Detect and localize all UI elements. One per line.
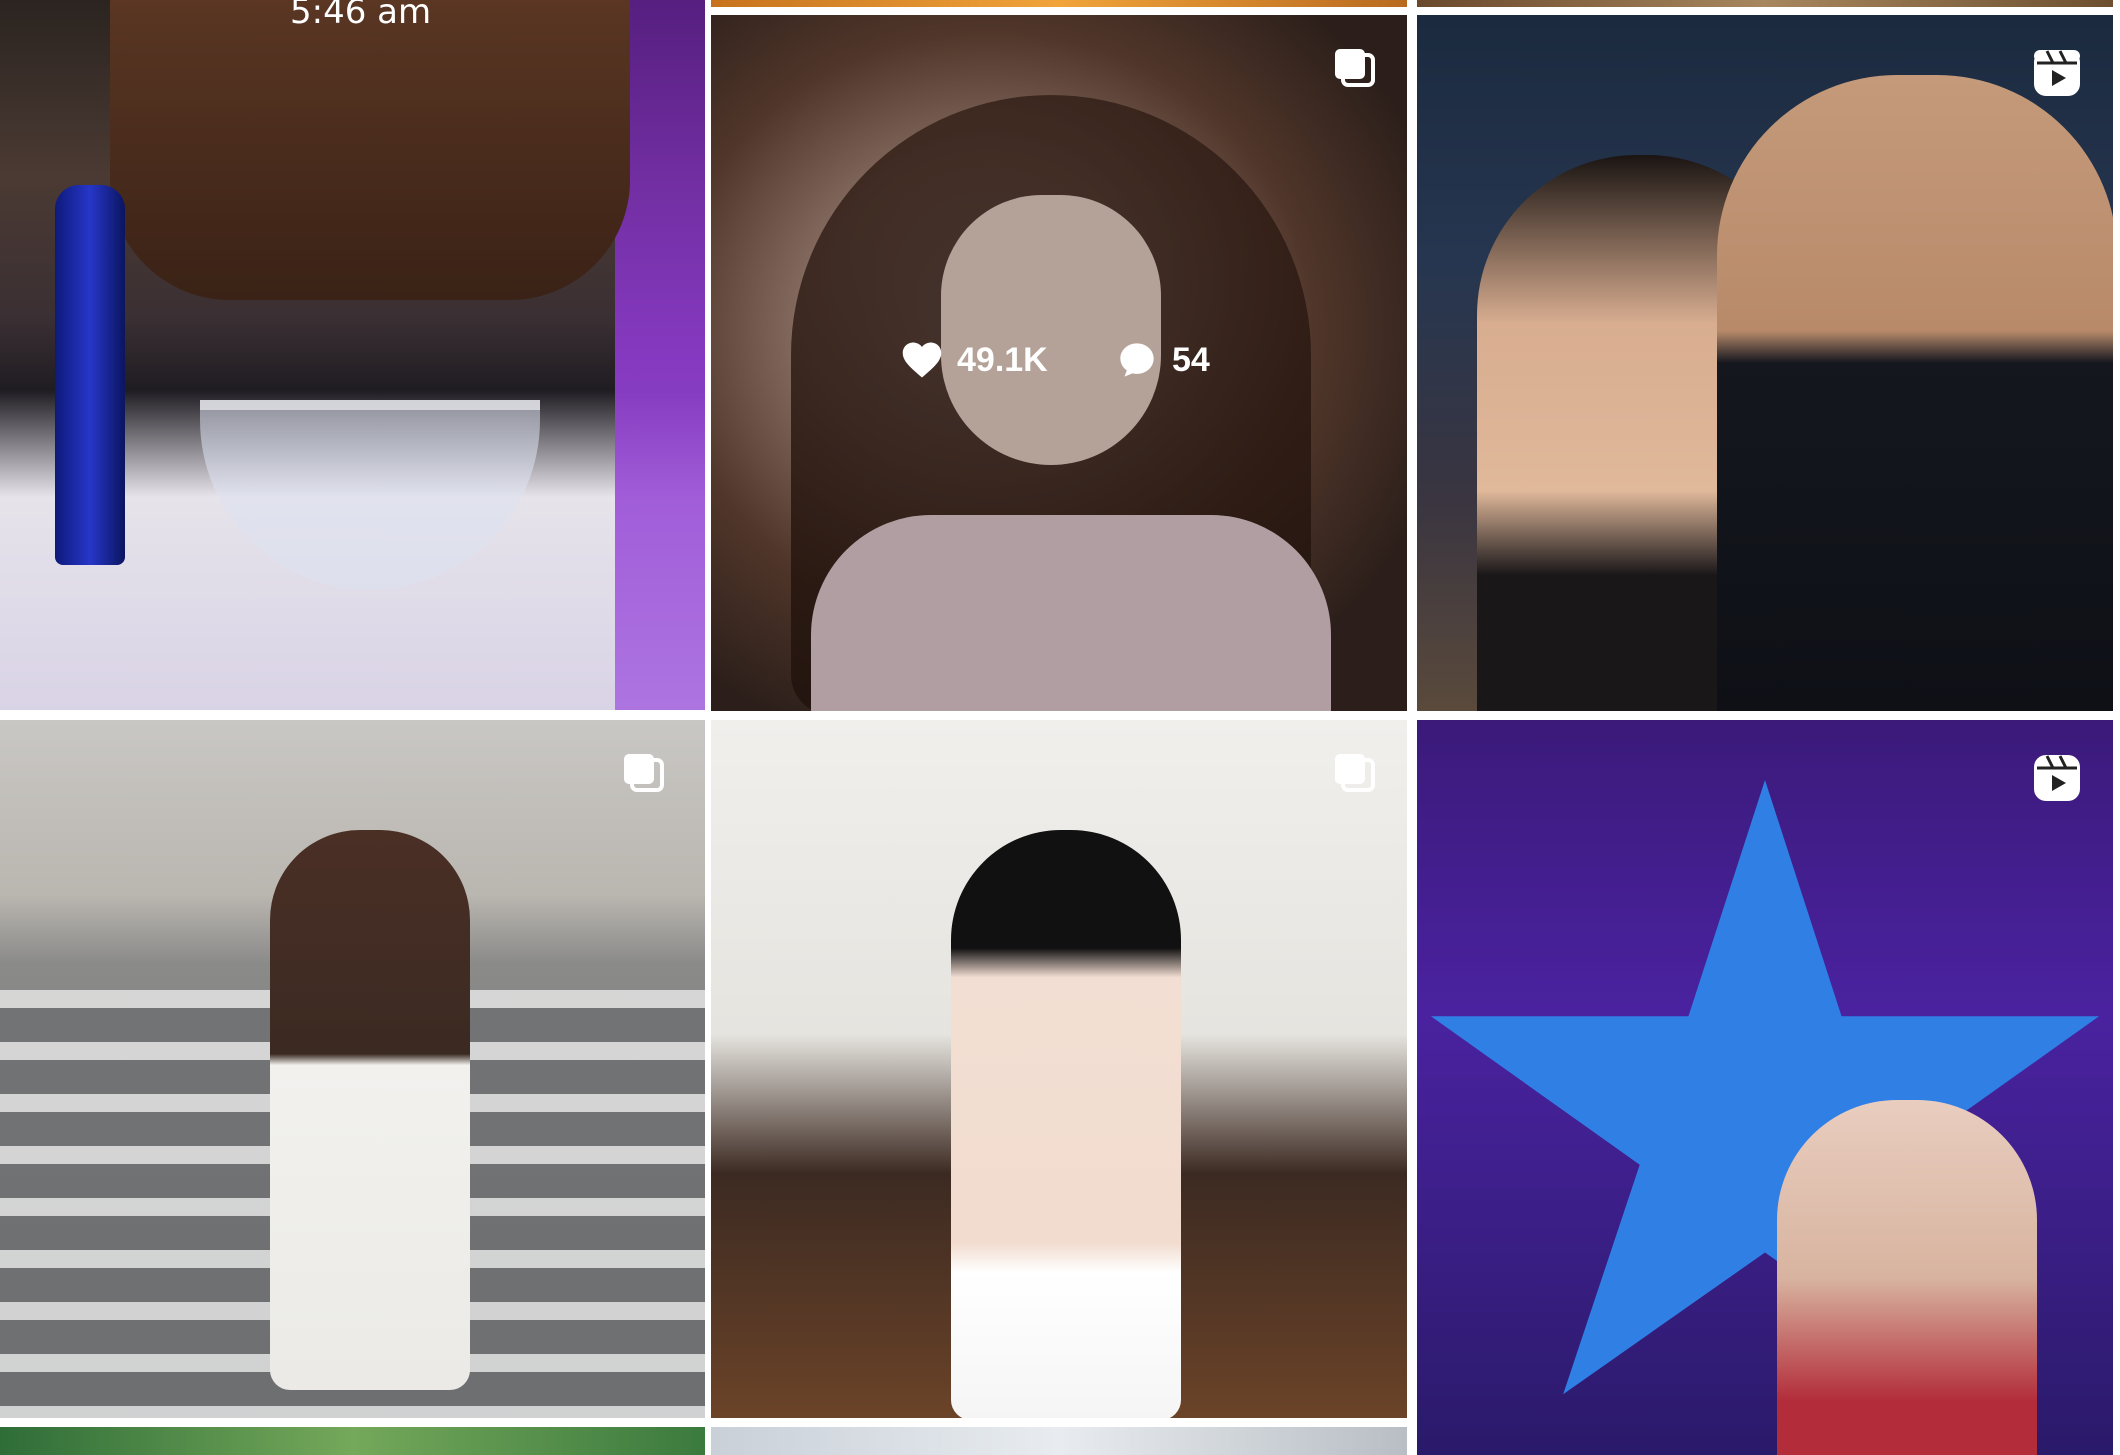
explore-grid: 5:46 am 49.1K 54 [0,0,2120,1455]
heart-icon [902,342,942,378]
comments-value: 54 [1172,340,1210,379]
comment-icon [1120,343,1154,377]
photo-subject [1717,75,2113,711]
photo-subject [1777,1100,2037,1455]
likes-count: 49.1K [901,340,1048,380]
photo-subject [951,830,1181,1418]
comments-count: 54 [1116,340,1210,380]
post-thumbnail[interactable] [1417,15,2113,711]
post-thumbnail[interactable] [0,720,705,1418]
photo-subject [270,830,470,1390]
post-thumbnail[interactable] [711,720,1407,1418]
photo-object [55,185,125,565]
hover-overlay [711,15,1407,711]
post-thumbnail[interactable] [1417,720,2113,1455]
photo-object [200,400,540,590]
carousel-icon [612,746,672,806]
post-thumbnail-partial[interactable] [711,1427,1407,1455]
post-thumbnail-partial[interactable] [711,0,1407,7]
post-thumbnail[interactable]: 5:46 am [0,0,705,710]
reel-icon [2027,748,2087,808]
post-thumbnail[interactable]: 49.1K 54 [711,15,1407,711]
carousel-icon [1323,746,1383,806]
timestamp-overlay: 5:46 am [290,0,432,32]
photo-subject [110,0,630,300]
reel-icon [2027,43,2087,103]
post-thumbnail-partial[interactable] [1417,0,2113,7]
likes-value: 49.1K [957,340,1048,379]
carousel-icon [1323,41,1383,101]
post-thumbnail-partial[interactable] [0,1427,705,1455]
